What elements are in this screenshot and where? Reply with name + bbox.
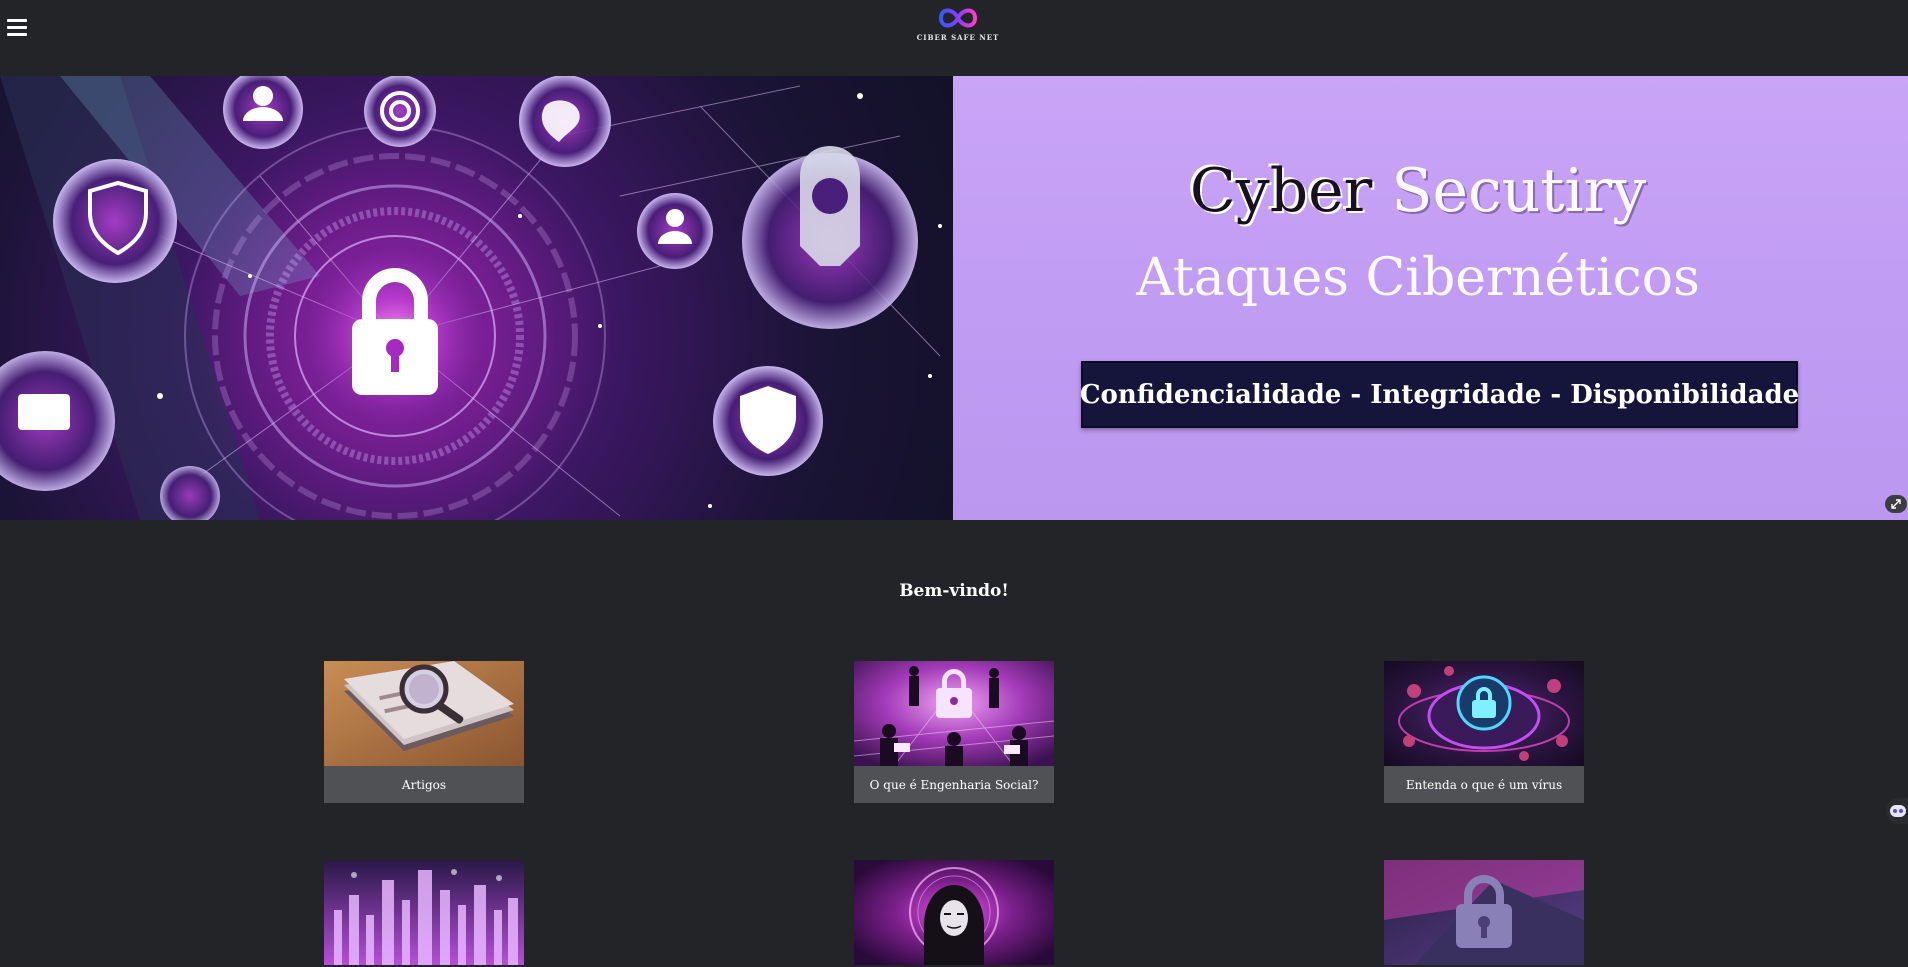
chat-bot-icon — [1890, 805, 1906, 817]
hero-image-cybersecurity — [0, 76, 953, 520]
hooded-hacker-image — [854, 860, 1054, 965]
logo-text: CIBER SAFE NET — [916, 33, 1000, 42]
hero-subtitle: Ataques Cibernéticos — [1136, 248, 1700, 308]
card-engenharia-social[interactable]: O que é Engenharia Social? — [854, 661, 1054, 803]
hero-banner: Cyber Secutiry Ataques Cibernéticos Conf… — [0, 76, 1908, 520]
virus-lock-image — [1384, 661, 1584, 766]
card-caption: Entenda o que é um vírus — [1384, 766, 1584, 803]
card-digital-city[interactable] — [324, 860, 524, 965]
site-logo[interactable]: CIBER SAFE NET — [916, 4, 1000, 48]
card-virus[interactable]: Entenda o que é um vírus — [1384, 661, 1584, 803]
hero-title: Cyber Secutiry — [953, 156, 1883, 226]
card-caption: Artigos — [324, 766, 524, 803]
hero-cia-banner: Confidencialidade - Integridade - Dispon… — [1080, 361, 1799, 428]
expand-icon — [1891, 499, 1901, 509]
welcome-heading: Bem-vindo! — [899, 581, 1009, 601]
cyber-lock-illustration — [0, 76, 942, 520]
expand-button[interactable] — [1885, 495, 1907, 513]
header: CIBER SAFE NET — [0, 0, 1908, 76]
card-data-protection[interactable] — [1384, 860, 1584, 965]
data-protection-lock-image — [1384, 860, 1584, 965]
card-artigos[interactable]: Artigos — [324, 661, 524, 803]
infinity-logo-icon — [938, 8, 978, 28]
card-caption: O que é Engenharia Social? — [854, 766, 1054, 803]
page: CIBER SAFE NET Cyber Secutiry Ataques Ci… — [0, 0, 1908, 967]
hero-title-part1: Cyber — [1189, 156, 1373, 226]
hero-text-panel: Cyber Secutiry Ataques Cibernéticos Conf… — [953, 76, 1908, 520]
hamburger-menu-icon[interactable] — [7, 19, 27, 36]
chat-bot-button[interactable] — [1886, 798, 1908, 824]
digital-city-image — [324, 860, 524, 965]
card-hooded-hacker[interactable] — [854, 860, 1054, 965]
magnifying-glass-image — [324, 661, 524, 766]
hackers-lock-image — [854, 661, 1054, 766]
hero-title-part2: Secutiry — [1372, 156, 1647, 226]
